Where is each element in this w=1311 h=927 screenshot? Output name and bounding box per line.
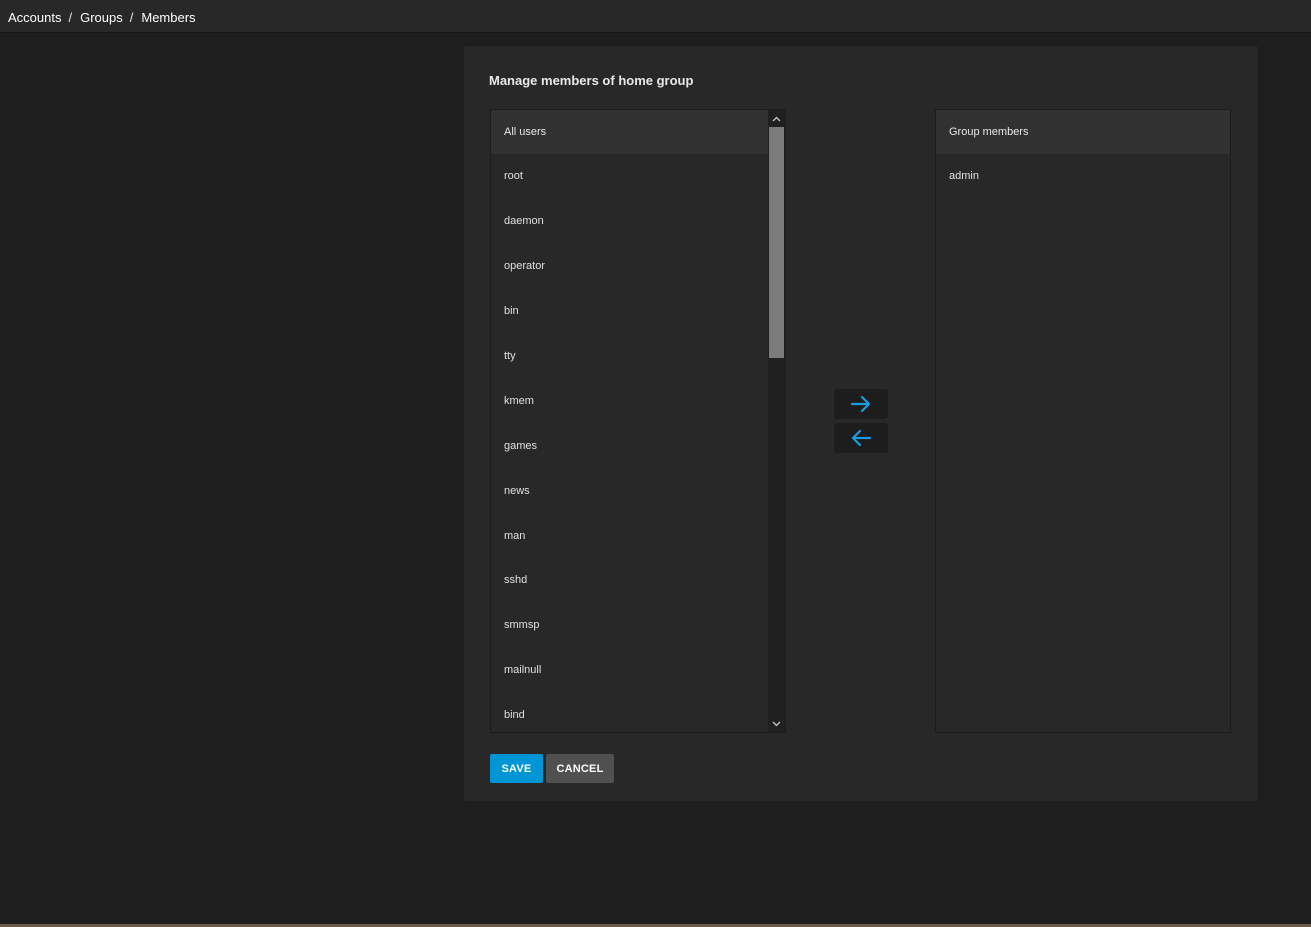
list-item[interactable]: bin: [491, 289, 785, 334]
list-item[interactable]: operator: [491, 244, 785, 289]
remove-from-group-button[interactable]: [834, 423, 888, 453]
list-item[interactable]: bind: [491, 693, 785, 732]
all-users-scrollbar[interactable]: [768, 110, 785, 732]
list-item[interactable]: sshd: [491, 558, 785, 603]
top-bar: Accounts / Groups / Members: [0, 0, 1311, 33]
arrow-right-icon: [850, 395, 871, 413]
all-users-header: All users: [491, 110, 785, 154]
group-members-header: Group members: [936, 110, 1230, 154]
scroll-up-icon[interactable]: [768, 110, 785, 127]
breadcrumb-members: Members: [141, 10, 196, 25]
all-users-items: root daemon operator bin tty kmem games news man…: [491, 154, 785, 732]
arrow-left-icon: [851, 429, 872, 447]
save-button[interactable]: SAVE: [490, 754, 543, 783]
breadcrumb-separator: /: [68, 10, 73, 25]
cancel-button[interactable]: CANCEL: [546, 754, 614, 783]
list-item[interactable]: daemon: [491, 199, 785, 244]
breadcrumb: Accounts / Groups / Members: [8, 10, 196, 25]
list-item[interactable]: news: [491, 468, 785, 513]
list-item[interactable]: root: [491, 154, 785, 199]
page-title: Manage members of home group: [489, 73, 694, 88]
scroll-thumb[interactable]: [769, 127, 784, 358]
list-item[interactable]: tty: [491, 334, 785, 379]
breadcrumb-groups[interactable]: Groups: [80, 10, 123, 25]
list-item[interactable]: admin: [936, 154, 1230, 199]
list-item[interactable]: smmsp: [491, 603, 785, 648]
list-item[interactable]: mailnull: [491, 648, 785, 693]
group-members-items: admin: [936, 154, 1230, 199]
list-item[interactable]: kmem: [491, 378, 785, 423]
group-members-list: Group members admin: [935, 109, 1231, 733]
all-users-list: All users root daemon operator bin tty kmem ga…: [490, 109, 786, 733]
list-item[interactable]: games: [491, 423, 785, 468]
breadcrumb-accounts[interactable]: Accounts: [8, 10, 61, 25]
members-card: Manage members of home group All users r…: [464, 46, 1258, 801]
add-to-group-button[interactable]: [834, 389, 888, 419]
scroll-down-icon[interactable]: [768, 715, 785, 732]
breadcrumb-separator: /: [129, 10, 134, 25]
list-item[interactable]: man: [491, 513, 785, 558]
